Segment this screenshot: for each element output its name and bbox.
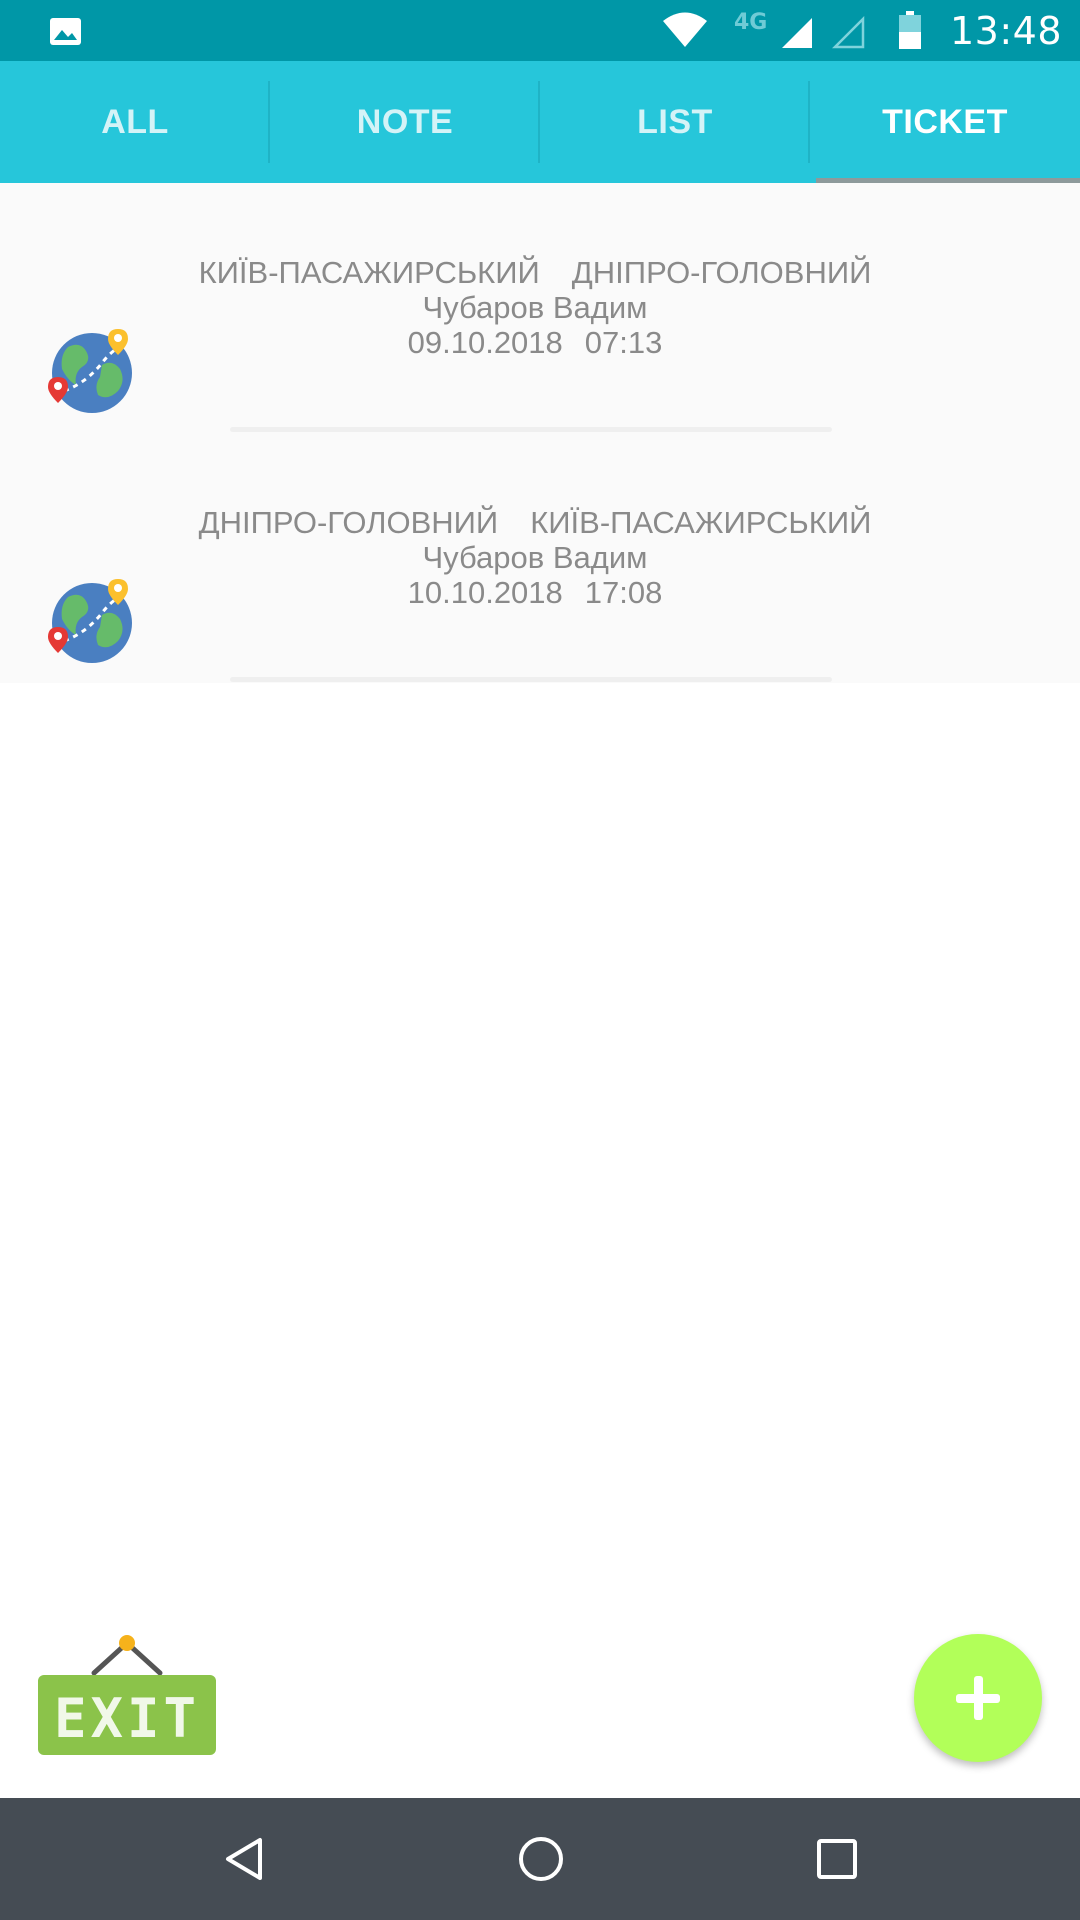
list-item[interactable]: КИЇВ-ПАСАЖИРСЬКИЙ ДНІПРО-ГОЛОВНИЙ Чубаров… <box>0 183 1080 433</box>
list-divider <box>230 677 832 682</box>
ticket-from: КИЇВ-ПАСАЖИРСЬКИЙ <box>198 255 540 290</box>
signal-empty-icon <box>832 16 865 49</box>
status-bar: 4G 13:48 <box>0 0 1080 61</box>
home-icon[interactable] <box>516 1834 566 1884</box>
ticket-time: 17:08 <box>584 575 663 610</box>
globe-route-icon <box>48 579 132 663</box>
ticket-route: ДНІПРО-ГОЛОВНИЙ КИЇВ-ПАСАЖИРСЬКИЙ <box>160 505 910 540</box>
list-divider <box>230 427 832 432</box>
tab-label: TICKET <box>882 102 1008 141</box>
gallery-icon <box>50 18 81 45</box>
exit-sign-icon: EXIT <box>38 1635 216 1755</box>
ticket-datetime: 09.10.2018 07:13 <box>160 325 910 360</box>
tab-bar: ALL NOTE LIST TICKET <box>0 61 1080 183</box>
battery-icon <box>899 11 921 49</box>
tab-label: ALL <box>101 102 169 141</box>
globe-route-icon <box>48 329 132 413</box>
tab-note[interactable]: NOTE <box>270 61 540 183</box>
ticket-from: ДНІПРО-ГОЛОВНИЙ <box>198 505 499 540</box>
tab-label: NOTE <box>356 102 454 141</box>
ticket-datetime: 10.10.2018 17:08 <box>160 575 910 610</box>
ticket-route: КИЇВ-ПАСАЖИРСЬКИЙ ДНІПРО-ГОЛОВНИЙ <box>160 255 910 290</box>
tab-all[interactable]: ALL <box>0 61 270 183</box>
back-icon[interactable] <box>220 1834 268 1884</box>
status-clock: 13:48 <box>950 9 1063 53</box>
ticket-text: КИЇВ-ПАСАЖИРСЬКИЙ ДНІПРО-ГОЛОВНИЙ Чубаров… <box>160 255 910 360</box>
ticket-passenger: Чубаров Вадим <box>422 540 648 575</box>
ticket-text: ДНІПРО-ГОЛОВНИЙ КИЇВ-ПАСАЖИРСЬКИЙ Чубаров… <box>160 505 910 610</box>
tab-list[interactable]: LIST <box>540 61 810 183</box>
ticket-to: КИЇВ-ПАСАЖИРСЬКИЙ <box>530 505 872 540</box>
tab-label: LIST <box>637 102 713 141</box>
add-ticket-button[interactable] <box>914 1634 1042 1762</box>
tab-ticket[interactable]: TICKET <box>810 61 1080 183</box>
recents-icon[interactable] <box>814 1836 860 1882</box>
ticket-passenger: Чубаров Вадим <box>422 290 648 325</box>
ticket-list: КИЇВ-ПАСАЖИРСЬКИЙ ДНІПРО-ГОЛОВНИЙ Чубаров… <box>0 183 1080 683</box>
signal-icon <box>782 18 812 48</box>
ticket-time: 07:13 <box>584 325 663 360</box>
exit-label: EXIT <box>54 1687 200 1750</box>
ticket-to: ДНІПРО-ГОЛОВНИЙ <box>571 255 872 290</box>
wifi-icon <box>663 12 707 47</box>
exit-button[interactable]: EXIT <box>36 1633 218 1758</box>
ticket-date: 09.10.2018 <box>407 325 563 360</box>
ticket-date: 10.10.2018 <box>407 575 563 610</box>
list-item[interactable]: ДНІПРО-ГОЛОВНИЙ КИЇВ-ПАСАЖИРСЬКИЙ Чубаров… <box>0 433 1080 683</box>
network-type-label: 4G <box>734 10 768 35</box>
plus-icon <box>974 1676 983 1720</box>
screen: 4G 13:48 ALL NOTE LIST TICKET КИЇВ-ПАСАЖ… <box>0 0 1080 1920</box>
navigation-bar <box>0 1798 1080 1920</box>
